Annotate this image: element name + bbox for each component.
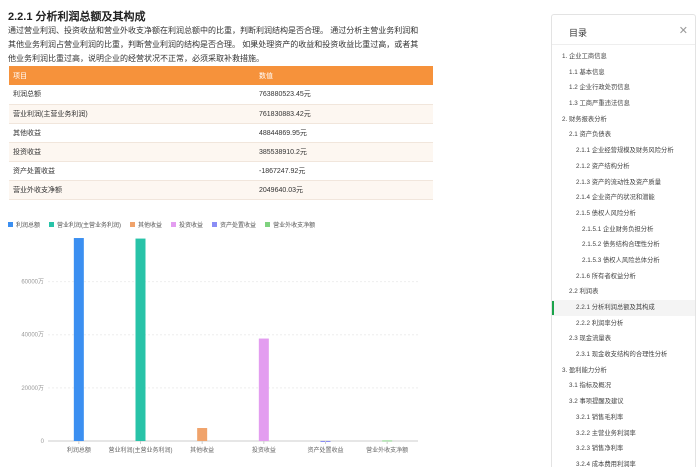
close-icon[interactable]: ✕ <box>679 24 688 37</box>
table-row: 投资收益 385538910.2元 <box>9 142 433 162</box>
bar <box>258 338 269 441</box>
section-title: 2.2.1 分析利润总额及其构成 <box>8 11 146 23</box>
toc-item[interactable]: 1. 企业工商信息 <box>552 49 695 65</box>
table-header-value: 数值 <box>255 66 433 85</box>
table-row: 其他收益 48844869.95元 <box>9 123 433 143</box>
legend-swatch <box>212 222 218 227</box>
toc-item[interactable]: 2.1.1 企业经营规模及财务风险分析 <box>552 143 695 159</box>
toc-item[interactable]: 3.2.3 销售净利率 <box>552 441 695 457</box>
table-cell-value: -1867247.92元 <box>255 161 433 181</box>
toc-item[interactable]: 3.2.1 销售毛利率 <box>552 410 695 426</box>
table-cell-value: 385538910.2元 <box>255 142 433 162</box>
toc-item[interactable]: 2.3 现金流量表 <box>552 331 695 347</box>
toc-item[interactable]: 3.2 事项提醒及建议 <box>552 394 695 410</box>
legend-swatch <box>265 222 271 227</box>
x-tick-label: 其他收益 <box>190 446 214 454</box>
table-cell-item: 其他收益 <box>9 123 255 143</box>
legend-label: 利润总额 <box>16 223 41 229</box>
x-tick-label: 营业外收支净额 <box>366 446 408 454</box>
toc-item[interactable]: 2.2.1 分析利润总额及其构成 <box>552 300 695 316</box>
table-cell-value: 763880523.45元 <box>255 85 433 105</box>
table-header-row: 项目 数值 <box>9 66 433 85</box>
toc-item[interactable]: 2.1.5 债权人风险分析 <box>552 206 695 222</box>
toc-item[interactable]: 2.1.3 资产的流动性及资产质量 <box>552 175 695 191</box>
table-cell-item: 营业利润(主营业务利润) <box>9 104 255 124</box>
toc-title: 目录 <box>569 28 588 38</box>
section-description: 通过营业利润、投资收益和营业外收支净额在利润总额中的比重，判断利润结构是否合理。… <box>8 26 419 63</box>
legend-item[interactable]: 利润总额 <box>8 220 40 229</box>
table-row: 利润总额 763880523.45元 <box>9 85 433 105</box>
table-cell-item: 资产处置收益 <box>9 161 255 181</box>
chart-legend: 利润总额 营业利润(主营业务利润) 其他收益 投资收益 资产处置收益 营业外收支净额 <box>8 220 324 229</box>
table-cell-value: 761830883.42元 <box>255 104 433 124</box>
toc-panel: 目录 ✕ 1. 企业工商信息 1.1 基本信息 1.2 企业行政处罚信息 1.3 工商… <box>551 14 696 467</box>
legend-item[interactable]: 营业外收支净额 <box>265 220 315 229</box>
legend-swatch <box>49 222 55 227</box>
legend-item[interactable]: 资产处置收益 <box>212 220 256 229</box>
toc-item[interactable]: 2.1.4 企业资产的状况和潜能 <box>552 190 695 206</box>
y-tick-label: 40000万 <box>21 332 44 339</box>
toc-item[interactable]: 2.1.2 资产结构分析 <box>552 159 695 175</box>
x-tick-label: 资产处置收益 <box>307 446 343 454</box>
toc-item[interactable]: 2.2.2 利润率分析 <box>552 316 695 332</box>
x-tick-label: 投资收益 <box>252 446 276 454</box>
toc-item[interactable]: 2.1.5.3 债权人风险总体分析 <box>552 253 695 269</box>
report-section: 2.2.1 分析利润总额及其构成 通过营业利润、投资收益和营业外收支净额在利润总… <box>8 0 433 467</box>
legend-swatch <box>130 222 136 227</box>
table-row: 营业利润(主营业务利润) 761830883.42元 <box>9 104 433 124</box>
toc-item[interactable]: 2. 财务报表分析 <box>552 112 695 128</box>
bar <box>73 238 84 441</box>
toc-item[interactable]: 2.3.1 现金收支结构的合理性分析 <box>552 347 695 363</box>
y-tick-label: 0 <box>41 439 45 445</box>
legend-item[interactable]: 其他收益 <box>130 220 162 229</box>
bar <box>197 428 208 441</box>
table-cell-item: 利润总额 <box>9 85 255 105</box>
toc-item[interactable]: 3. 盈利能力分析 <box>552 363 695 379</box>
toc-item[interactable]: 3.2.2 主营业务利润率 <box>552 426 695 442</box>
legend-item[interactable]: 营业利润(主营业务利润) <box>49 220 121 229</box>
table-row: 资产处置收益 -1867247.92元 <box>9 161 433 181</box>
legend-label: 营业外收支净额 <box>273 223 316 229</box>
toc-header: 目录 ✕ <box>552 15 695 45</box>
x-tick-label: 营业利润(主营业务利润) <box>109 446 173 454</box>
legend-label: 投资收益 <box>179 223 204 229</box>
legend-swatch <box>171 222 177 227</box>
toc-item[interactable]: 3.1 指标及概况 <box>552 378 695 394</box>
table-header-item: 项目 <box>9 66 255 85</box>
y-tick-label: 60000万 <box>21 279 44 286</box>
profit-table: 项目 数值 利润总额 763880523.45元 营业利润(主营业务利润) 76… <box>9 66 433 200</box>
toc-item[interactable]: 2.1 资产负债表 <box>552 127 695 143</box>
profit-bar-chart: 0 20000万 40000万 60000万利润总额 营业利润(主营业务利润) 其他收益 投… <box>21 238 418 454</box>
toc-item[interactable]: 2.1.6 所有者权益分析 <box>552 269 695 285</box>
y-tick-label: 20000万 <box>21 385 44 392</box>
toc-item[interactable]: 1.1 基本信息 <box>552 65 695 81</box>
bar <box>135 238 146 441</box>
toc-item[interactable]: 2.1.5.1 企业财务负担分析 <box>552 222 695 238</box>
table-row: 营业外收支净额 2049640.03元 <box>9 180 433 200</box>
table-cell-value: 2049640.03元 <box>255 180 433 200</box>
legend-label: 资产处置收益 <box>220 223 257 229</box>
toc-item[interactable]: 2.2 利润表 <box>552 284 695 300</box>
toc-item[interactable]: 2.1.5.2 债务结构合理性分析 <box>552 237 695 253</box>
table-cell-item: 营业外收支净额 <box>9 180 255 200</box>
legend-item[interactable]: 投资收益 <box>171 220 203 229</box>
table-cell-value: 48844869.95元 <box>255 123 433 143</box>
legend-label: 营业利润(主营业务利润) <box>57 223 122 229</box>
x-tick-label: 利润总额 <box>67 446 91 454</box>
table-cell-item: 投资收益 <box>9 142 255 162</box>
toc-item[interactable]: 3.2.4 成本费用利润率 <box>552 457 695 467</box>
toc-item[interactable]: 1.3 工商严重违法信息 <box>552 96 695 112</box>
legend-swatch <box>8 222 13 227</box>
toc-list: 1. 企业工商信息 1.1 基本信息 1.2 企业行政处罚信息 1.3 工商严重违法信… <box>552 49 695 467</box>
toc-item[interactable]: 1.2 企业行政处罚信息 <box>552 80 695 96</box>
legend-label: 其他收益 <box>138 223 163 229</box>
